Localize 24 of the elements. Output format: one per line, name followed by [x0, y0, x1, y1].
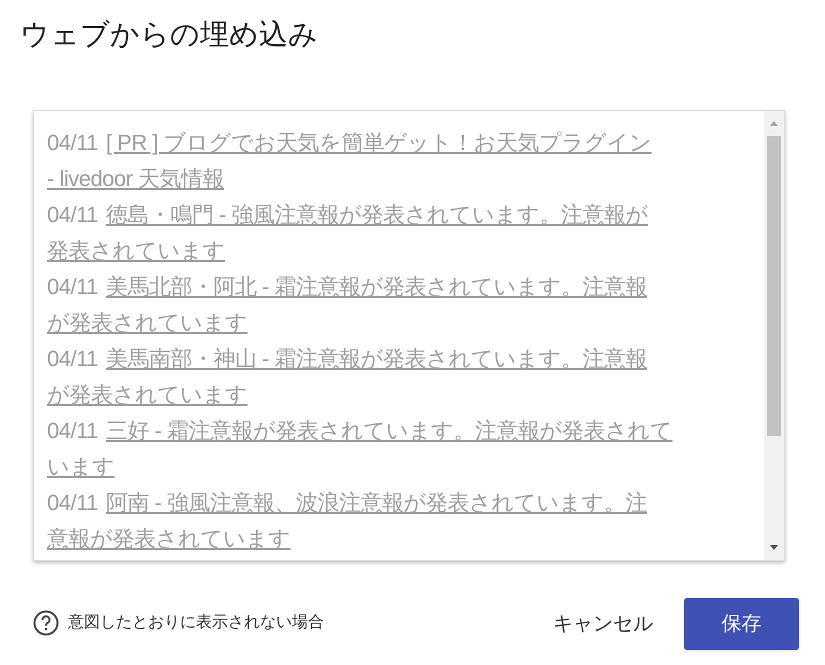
feed-date: 04/11: [47, 273, 98, 301]
save-button[interactable]: 保存: [684, 598, 799, 650]
cancel-button[interactable]: キャンセル: [540, 598, 666, 650]
help-link[interactable]: 意図したとおりに表示されない場合: [68, 611, 324, 635]
feed-link[interactable]: 徳島・鳴門 - 強風注意報が発表されています。注意報が: [106, 197, 648, 233]
feed-date: 04/11: [47, 345, 98, 373]
feed-date: 04/11: [47, 129, 98, 157]
feed-link[interactable]: 美馬北部・阿北 - 霜注意報が発表されています。注意報: [106, 269, 647, 305]
dialog-title: ウェブからの埋め込み: [20, 18, 318, 53]
feed-link[interactable]: - livedoor 天気情報: [47, 161, 224, 197]
feed-date: 04/11: [47, 417, 98, 445]
feed-link[interactable]: [ PR ] ブログでお天気を簡単ゲット！お天気プラグイン: [106, 125, 652, 161]
feed-link[interactable]: 阿南 - 強風注意報、波浪注意報が発表されています。注: [106, 485, 647, 521]
feed-link[interactable]: います: [47, 449, 114, 485]
feed-link[interactable]: が発表されています: [47, 305, 248, 341]
feed-link[interactable]: 三好 - 霜注意報が発表されています。注意報が発表されて: [106, 413, 672, 449]
scrollbar[interactable]: [764, 111, 784, 560]
feed-link[interactable]: 発表されています: [47, 233, 225, 269]
feed-date: 04/11: [47, 489, 98, 517]
feed-date: 04/11: [47, 201, 98, 229]
feed-link[interactable]: が発表されています: [47, 377, 248, 413]
feed-link[interactable]: 意報が発表されています: [47, 521, 290, 557]
feed-link[interactable]: 美馬南部・神山 - 霜注意報が発表されています。注意報: [106, 341, 647, 377]
help-icon[interactable]: [33, 610, 59, 636]
